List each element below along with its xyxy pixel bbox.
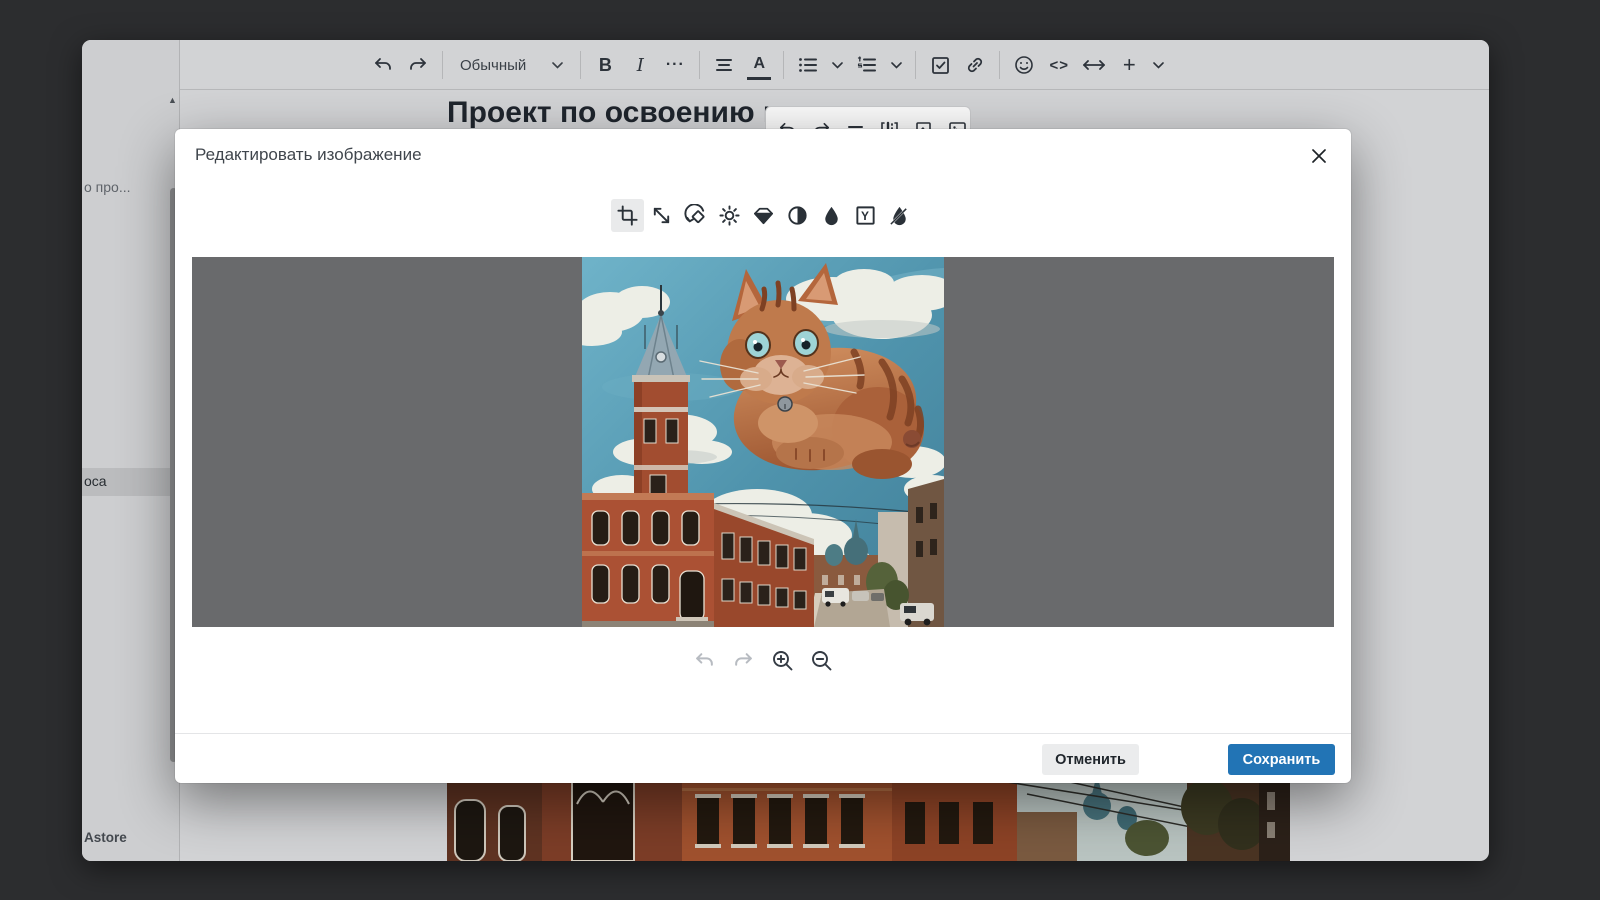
edit-image-modal: Редактировать изображение [175, 129, 1351, 783]
numbered-list-button[interactable] [856, 50, 878, 80]
link-icon[interactable] [964, 50, 986, 80]
paragraph-style-dropdown[interactable]: Обычный [456, 57, 567, 74]
image-tools-row: Y [175, 199, 1351, 232]
document-image-fragment[interactable] [447, 772, 1290, 861]
chevron-down-icon[interactable] [1153, 62, 1164, 69]
clarity-gem-icon[interactable] [747, 199, 780, 232]
toolbar-divider [915, 51, 916, 79]
width-icon[interactable] [1083, 50, 1105, 80]
sidebar-item-selected[interactable]: оса [82, 468, 170, 496]
brightness-icon[interactable] [713, 199, 746, 232]
toolbar-divider [580, 51, 581, 79]
screenshot-stage: ▲ о про... оса Astore Обычный [0, 0, 1600, 900]
sidebar-footer-label: Astore [84, 830, 127, 845]
emoji-icon[interactable] [1013, 50, 1035, 80]
align-icon[interactable] [713, 50, 735, 80]
document-title[interactable]: Проект по освоению кос [447, 96, 812, 130]
bold-button[interactable]: B [594, 50, 616, 80]
insert-button[interactable]: + [1118, 50, 1140, 80]
close-icon[interactable] [1309, 146, 1329, 166]
modal-title: Редактировать изображение [195, 145, 422, 165]
scroll-up-icon[interactable]: ▲ [168, 95, 177, 105]
gamma-icon[interactable]: Y [849, 199, 882, 232]
crop-icon[interactable] [611, 199, 644, 232]
zoom-out-icon[interactable] [809, 647, 835, 673]
undo-icon[interactable] [372, 50, 394, 80]
edit-redo-icon[interactable] [731, 647, 757, 673]
redo-icon[interactable] [407, 50, 429, 80]
chevron-down-icon[interactable] [832, 62, 843, 69]
toolbar-divider [999, 51, 1000, 79]
code-button[interactable]: <> [1048, 50, 1070, 80]
italic-button[interactable]: I [629, 50, 651, 80]
cancel-button[interactable]: Отменить [1042, 744, 1139, 775]
sidebar: ▲ о про... оса Astore [82, 40, 180, 861]
edit-canvas[interactable] [192, 257, 1334, 627]
saturation-icon[interactable] [815, 199, 848, 232]
modal-footer: Отменить Сохранить [175, 733, 1351, 783]
edit-undo-icon[interactable] [692, 647, 718, 673]
chevron-down-icon [552, 62, 563, 69]
checkbox-icon[interactable] [929, 50, 951, 80]
resize-icon[interactable] [645, 199, 678, 232]
toolbar-divider [699, 51, 700, 79]
toolbar-divider [783, 51, 784, 79]
zoom-in-icon[interactable] [770, 647, 796, 673]
paragraph-style-label: Обычный [460, 57, 526, 74]
bullet-list-button[interactable] [797, 50, 819, 80]
discard-color-icon[interactable] [883, 199, 916, 232]
toolbar-group: Обычный B I ··· A [372, 40, 1164, 90]
toolbar-divider [442, 51, 443, 79]
contrast-icon[interactable] [781, 199, 814, 232]
rotate-icon[interactable] [679, 199, 712, 232]
canvas-controls [175, 647, 1351, 673]
more-formatting-button[interactable]: ··· [664, 50, 686, 80]
modal-save-button[interactable]: Сохранить [1228, 744, 1335, 775]
chevron-down-icon[interactable] [891, 62, 902, 69]
sidebar-item[interactable]: о про... [82, 174, 168, 200]
editor-toolbar: Обычный B I ··· A [180, 40, 1489, 90]
text-color-button[interactable]: A [748, 50, 770, 80]
cat-image [582, 257, 944, 627]
